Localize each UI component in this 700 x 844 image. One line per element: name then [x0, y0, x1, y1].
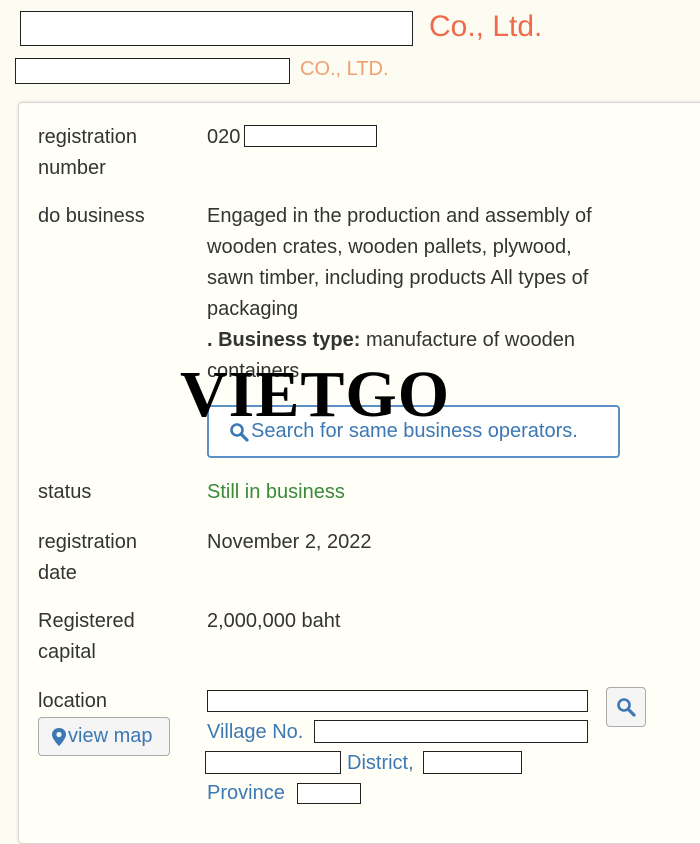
search-icon: [617, 698, 636, 717]
registration-number-label: registration number: [38, 126, 137, 179]
province-label[interactable]: Province: [207, 778, 285, 809]
redacted-company-name: [20, 11, 413, 46]
status-label: status: [38, 481, 92, 503]
status-value: Still in business: [207, 481, 345, 503]
location-label: location: [38, 690, 107, 712]
redacted-company-name-caps: [15, 58, 290, 84]
registration-number-value: 020: [207, 126, 241, 148]
company-subtitle-suffix: CO., LTD.: [300, 58, 389, 80]
redacted-village: [314, 720, 588, 743]
redacted-subdistrict: [205, 751, 341, 774]
registered-capital-label: Registered capital: [38, 610, 135, 663]
business-type-value: manufacture of wooden: [360, 329, 575, 351]
address-search-button[interactable]: [606, 687, 646, 727]
map-pin-icon: [52, 727, 66, 746]
redacted-address-line-1: [207, 690, 588, 712]
district-label[interactable]: District,: [347, 748, 414, 779]
village-label[interactable]: Village No.: [207, 717, 303, 748]
view-map-button[interactable]: view map: [38, 717, 170, 756]
view-map-label: view map: [68, 725, 153, 747]
redacted-registration-number: [244, 125, 377, 147]
registration-date-label: registration date: [38, 531, 137, 584]
redacted-province: [297, 783, 361, 804]
registration-date-value: November 2, 2022: [207, 531, 372, 553]
do-business-label: do business: [38, 205, 145, 227]
redacted-district: [423, 751, 522, 774]
company-title-suffix: Co., Ltd.: [429, 10, 543, 43]
business-type-label: . Business type:: [207, 329, 361, 351]
registered-capital-value: 2,000,000 baht: [207, 610, 341, 632]
vietgo-watermark: VIETGO: [180, 358, 451, 431]
